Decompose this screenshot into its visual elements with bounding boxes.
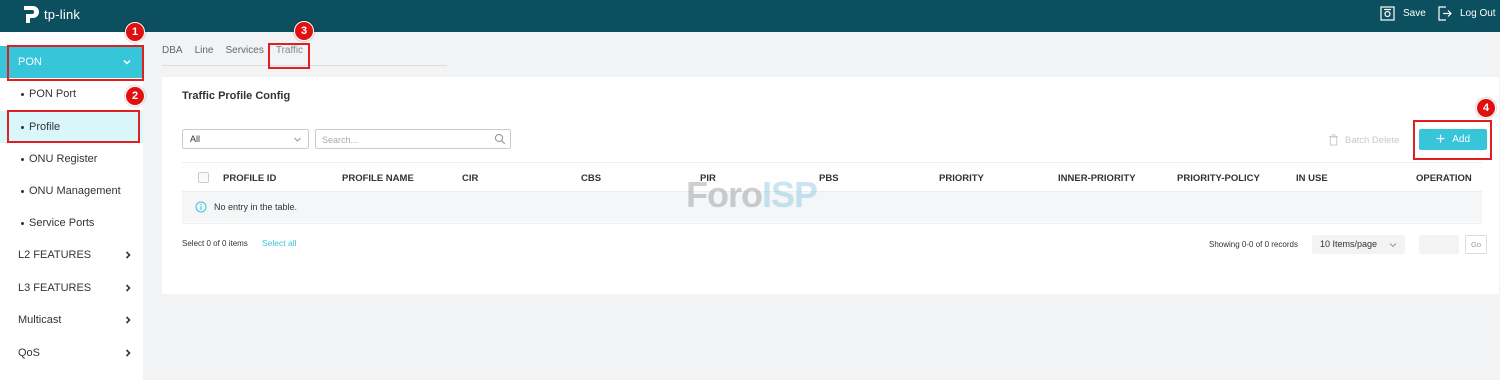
tab-bar: DBA Line Services Traffic [162, 45, 315, 65]
sidebar-item-pon[interactable]: PON [0, 46, 143, 78]
column-header-inner-priority[interactable]: INNER-PRIORITY [1058, 173, 1136, 184]
panel-title: Traffic Profile Config [182, 90, 291, 102]
filter-select-value: All [190, 134, 201, 144]
sidebar-item-l2-features[interactable]: L2 FEATURES [0, 239, 143, 271]
sidebar-item-label: ONU Register [29, 153, 98, 165]
chevron-down-icon [294, 137, 301, 142]
bullet-icon [21, 221, 24, 225]
tab-line[interactable]: Line [195, 45, 214, 65]
sidebar-item-onu-management[interactable]: ONU Management [0, 175, 143, 207]
batch-delete-label: Batch Delete [1345, 134, 1400, 146]
chevron-right-icon [125, 251, 131, 259]
sidebar-item-label: Multicast [18, 314, 62, 326]
items-per-page-select[interactable]: 10 Items/page [1312, 235, 1405, 254]
tab-traffic[interactable]: Traffic [276, 45, 303, 65]
sidebar-item-service-ports[interactable]: Service Ports [0, 207, 143, 239]
items-per-page-value: 10 Items/page [1320, 239, 1378, 249]
batch-delete-button[interactable]: Batch Delete [1328, 134, 1399, 146]
save-label: Save [1403, 8, 1426, 19]
column-header-priority-policy[interactable]: PRIORITY-POLICY [1177, 173, 1260, 184]
column-header-in-use[interactable]: IN USE [1296, 173, 1328, 184]
tp-link-logo: tp-link [22, 3, 80, 25]
tp-link-logo-icon [24, 6, 39, 23]
sidebar-item-onu-register[interactable]: ONU Register [0, 143, 143, 175]
table-divider [182, 223, 1482, 224]
add-button[interactable]: + Add [1419, 129, 1487, 150]
column-header-cbs[interactable]: CBS [581, 173, 601, 184]
chevron-right-icon [125, 284, 131, 292]
table-header: PROFILE ID PROFILE NAME CIR CBS PIR PBS … [182, 162, 1482, 192]
traffic-profile-panel: Traffic Profile Config All Batch Delete … [162, 77, 1499, 294]
save-icon [1380, 6, 1395, 21]
tab-divider [162, 65, 447, 66]
sidebar-item-label: L2 FEATURES [18, 249, 92, 261]
sidebar-item-profile[interactable]: Profile [0, 111, 143, 143]
chevron-down-icon [123, 59, 131, 65]
chevron-down-icon [1389, 243, 1397, 248]
select-all-checkbox[interactable] [198, 172, 209, 183]
step-badge-3: 3 [294, 21, 314, 41]
column-header-profile-name[interactable]: PROFILE NAME [342, 173, 414, 184]
logout-icon [1438, 6, 1452, 21]
sidebar-item-label: L3 FEATURES [18, 282, 92, 294]
logout-button[interactable]: Log Out [1438, 6, 1496, 21]
bullet-icon [21, 189, 24, 193]
filter-select[interactable]: All [182, 129, 309, 149]
chevron-right-icon [125, 349, 131, 357]
bullet-icon [21, 92, 24, 96]
trash-icon [1329, 134, 1338, 146]
sidebar-item-qos[interactable]: QoS [0, 337, 143, 369]
sidebar-item-multicast[interactable]: Multicast [0, 304, 143, 336]
bullet-icon [21, 125, 24, 129]
add-label: Add [1452, 134, 1471, 145]
column-header-operation: OPERATION [1416, 173, 1472, 184]
sidebar-item-label: PON [18, 56, 42, 68]
step-badge-4: 4 [1476, 98, 1496, 118]
search-box [315, 129, 511, 149]
watermark-text-2: ISP [761, 174, 818, 215]
save-button[interactable]: Save [1380, 6, 1426, 21]
column-header-pbs[interactable]: PBS [819, 173, 839, 184]
records-summary: Showing 0-0 of 0 records [1209, 240, 1298, 249]
column-header-profile-id[interactable]: PROFILE ID [223, 173, 276, 184]
empty-message: No entry in the table. [214, 202, 298, 212]
column-header-priority[interactable]: PRIORITY [939, 173, 984, 184]
sidebar-item-pon-port[interactable]: PON Port [0, 78, 143, 110]
tab-services[interactable]: Services [225, 45, 263, 65]
search-input[interactable] [316, 131, 486, 149]
sidebar-item-label: Profile [29, 121, 61, 133]
sidebar-item-l3-features[interactable]: L3 FEATURES [0, 272, 143, 304]
bullet-icon [21, 157, 24, 161]
sidebar-item-label: QoS [18, 347, 41, 359]
watermark: ForoISP [686, 174, 818, 216]
logout-label: Log Out [1460, 8, 1496, 19]
search-icon[interactable] [494, 133, 506, 145]
step-badge-2: 2 [125, 86, 145, 106]
go-button[interactable]: Go [1465, 235, 1487, 254]
plus-icon: + [1435, 130, 1446, 148]
watermark-text-1: Foro [686, 174, 763, 215]
tab-dba[interactable]: DBA [162, 45, 183, 65]
sidebar-item-label: Service Ports [29, 217, 95, 229]
top-bar: tp-link Save Log Out [0, 0, 1500, 32]
step-badge-1: 1 [125, 22, 145, 42]
selection-count: Select 0 of 0 items [182, 239, 248, 248]
chevron-right-icon [125, 316, 131, 324]
table-empty-row: No entry in the table. [182, 192, 1482, 222]
brand-name: tp-link [44, 6, 81, 22]
sidebar-item-label: PON Port [29, 88, 77, 100]
select-all-link[interactable]: Select all [262, 238, 297, 248]
column-header-cir[interactable]: CIR [462, 173, 478, 184]
info-icon [195, 201, 207, 213]
page-number-input[interactable] [1419, 235, 1459, 254]
sidebar-item-label: ONU Management [29, 185, 121, 197]
sidebar: PON PON Port Profile ONU Register ONU Ma… [0, 32, 143, 380]
